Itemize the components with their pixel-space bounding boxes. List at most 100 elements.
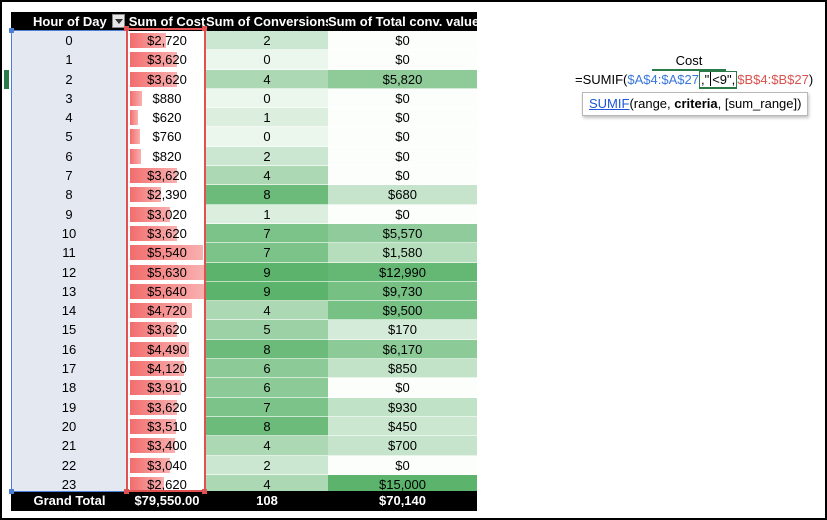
conv-value-cell[interactable]: $850: [328, 359, 477, 379]
cost-cell[interactable]: $3,020: [128, 204, 206, 224]
conversions-cell[interactable]: 2: [206, 146, 328, 167]
conv-value-cell[interactable]: $700: [328, 436, 477, 456]
header-sum-of-conversions[interactable]: Sum of Conversions: [206, 12, 332, 31]
conversions-cell[interactable]: 0: [206, 50, 328, 70]
hour-cell[interactable]: 15: [11, 320, 128, 340]
conversions-cell[interactable]: 9: [206, 281, 328, 302]
conv-value-cell[interactable]: $1,580: [328, 243, 477, 263]
range-handle-blue-bottom-left[interactable]: [9, 489, 14, 494]
hour-cell[interactable]: 0: [11, 31, 128, 51]
conv-value-cell[interactable]: $680: [328, 185, 477, 205]
conv-value-cell[interactable]: $0: [328, 50, 477, 70]
grand-total-value[interactable]: $70,140: [328, 491, 477, 511]
conv-value-cell[interactable]: $0: [328, 108, 477, 128]
conv-value-cell[interactable]: $930: [328, 397, 477, 417]
cost-cell[interactable]: $5,540: [128, 243, 206, 263]
conversions-cell[interactable]: 8: [206, 339, 328, 360]
cost-cell[interactable]: $620: [128, 108, 206, 128]
hour-cell[interactable]: 1: [11, 50, 128, 70]
conversions-cell[interactable]: 7: [206, 397, 328, 417]
hour-cell[interactable]: 19: [11, 397, 128, 417]
conv-value-cell[interactable]: $6,170: [328, 339, 477, 360]
conv-value-cell[interactable]: $5,570: [328, 223, 477, 244]
hour-cell[interactable]: 9: [11, 204, 128, 224]
cost-cell[interactable]: $3,620: [128, 69, 206, 89]
conv-value-cell[interactable]: $0: [328, 31, 477, 51]
formula-in-cell-editor[interactable]: =SUMIF($A$4:$A$27 ," <9", $B$4:$B$27): [575, 71, 813, 89]
hour-cell[interactable]: 4: [11, 108, 128, 128]
conv-value-cell[interactable]: $12,990: [328, 262, 477, 282]
cost-cell[interactable]: $3,620: [128, 50, 206, 70]
cost-cell[interactable]: $3,620: [128, 166, 206, 186]
conversions-cell[interactable]: 0: [206, 88, 328, 109]
hour-cell[interactable]: 5: [11, 127, 128, 147]
conversions-cell[interactable]: 6: [206, 378, 328, 398]
conv-value-cell[interactable]: $450: [328, 416, 477, 437]
conv-value-cell[interactable]: $5,820: [328, 69, 477, 89]
grand-total-conversions[interactable]: 108: [206, 491, 328, 511]
cost-cell[interactable]: $3,910: [128, 378, 206, 398]
conversions-cell[interactable]: 9: [206, 262, 328, 282]
header-sum-of-cost[interactable]: Sum of Cost: [128, 12, 206, 31]
hour-cell[interactable]: 6: [11, 146, 128, 167]
formula-sum-range-ref[interactable]: $B$4:$B$27: [737, 72, 809, 87]
hour-cell[interactable]: 11: [11, 243, 128, 263]
hour-cell[interactable]: 16: [11, 339, 128, 360]
formula-criteria-box[interactable]: ," <9",: [698, 71, 738, 89]
hour-cell[interactable]: 2: [11, 69, 128, 89]
cost-cell-label[interactable]: Cost: [652, 53, 726, 71]
hour-cell[interactable]: 14: [11, 301, 128, 321]
conv-value-cell[interactable]: $0: [328, 127, 477, 147]
conv-value-cell[interactable]: $9,500: [328, 301, 477, 321]
cost-cell[interactable]: $3,620: [128, 223, 206, 244]
conv-value-cell[interactable]: $0: [328, 88, 477, 109]
cost-cell[interactable]: $880: [128, 88, 206, 109]
conversions-cell[interactable]: 4: [206, 166, 328, 186]
cost-cell[interactable]: $2,720: [128, 31, 206, 51]
hour-cell[interactable]: 12: [11, 262, 128, 282]
hour-cell[interactable]: 18: [11, 378, 128, 398]
conv-value-cell[interactable]: $0: [328, 146, 477, 167]
conversions-cell[interactable]: 4: [206, 69, 328, 89]
range-handle-bottom-right[interactable]: [202, 489, 207, 494]
hour-cell[interactable]: 17: [11, 359, 128, 379]
cost-cell[interactable]: $4,720: [128, 301, 206, 321]
conversions-cell[interactable]: 7: [206, 243, 328, 263]
hour-cell[interactable]: 3: [11, 88, 128, 109]
conv-value-cell[interactable]: $0: [328, 204, 477, 224]
cost-cell[interactable]: $4,490: [128, 339, 206, 360]
range-handle-bottom-left[interactable]: [124, 489, 129, 494]
cost-cell[interactable]: $3,510: [128, 416, 206, 437]
conversions-cell[interactable]: 4: [206, 301, 328, 321]
conversions-cell[interactable]: 6: [206, 359, 328, 379]
hour-cell[interactable]: 10: [11, 223, 128, 244]
conversions-cell[interactable]: 1: [206, 108, 328, 128]
header-sum-of-total-conv-value[interactable]: Sum of Total conv. value: [328, 12, 479, 31]
header-hour-of-day[interactable]: Hour of Day: [11, 12, 128, 31]
tooltip-function-link[interactable]: SUMIF: [589, 96, 629, 111]
hour-cell[interactable]: 8: [11, 185, 128, 205]
conv-value-cell[interactable]: $0: [328, 455, 477, 475]
cost-cell[interactable]: $3,620: [128, 320, 206, 340]
cost-cell[interactable]: $5,630: [128, 262, 206, 282]
hour-cell[interactable]: 20: [11, 416, 128, 437]
hour-cell[interactable]: 21: [11, 436, 128, 456]
conv-value-cell[interactable]: $0: [328, 166, 477, 186]
conversions-cell[interactable]: 2: [206, 31, 328, 51]
cost-cell[interactable]: $3,620: [128, 397, 206, 417]
conversions-cell[interactable]: 8: [206, 416, 328, 437]
cost-cell[interactable]: $3,400: [128, 436, 206, 456]
cost-cell[interactable]: $2,390: [128, 185, 206, 205]
hour-cell[interactable]: 22: [11, 455, 128, 475]
hour-cell[interactable]: 7: [11, 166, 128, 186]
conversions-cell[interactable]: 0: [206, 127, 328, 147]
cost-cell[interactable]: $4,120: [128, 359, 206, 379]
cost-cell[interactable]: $760: [128, 127, 206, 147]
conversions-cell[interactable]: 2: [206, 455, 328, 475]
cost-cell[interactable]: $3,040: [128, 455, 206, 475]
conversions-cell[interactable]: 5: [206, 320, 328, 340]
range-handle-top-right[interactable]: [202, 26, 207, 31]
range-handle-blue-top-left[interactable]: [9, 28, 14, 33]
cost-cell[interactable]: $5,640: [128, 281, 206, 302]
conv-value-cell[interactable]: $170: [328, 320, 477, 340]
